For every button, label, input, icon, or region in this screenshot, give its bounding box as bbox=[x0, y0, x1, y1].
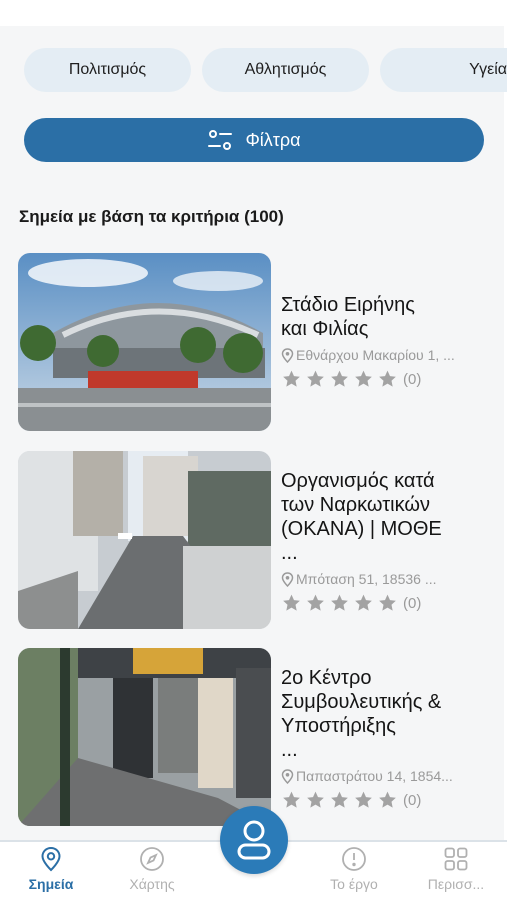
user-icon bbox=[237, 820, 271, 860]
location-pin-icon bbox=[281, 768, 294, 784]
place-title-line: Συμβουλευτικής & bbox=[281, 691, 442, 713]
place-title-line: 2ο Κέντρο bbox=[281, 667, 372, 689]
results-title: Σημεία με βάση τα κριτήρια (100) bbox=[19, 207, 284, 226]
star-icon bbox=[355, 594, 372, 611]
star-icon bbox=[379, 370, 396, 387]
nav-label: Χάρτης bbox=[129, 876, 175, 892]
profile-fab[interactable] bbox=[220, 806, 288, 874]
star-icon bbox=[283, 791, 300, 808]
star-icon bbox=[283, 594, 300, 611]
place-title-line: ... bbox=[281, 542, 298, 564]
chip-sports[interactable]: Αθλητισμός bbox=[202, 48, 369, 92]
stadium-photo bbox=[18, 253, 271, 431]
nav-label: Σημεία bbox=[28, 876, 74, 892]
star-icon bbox=[379, 791, 396, 808]
address-text: Εθνάρχου Μακαρίου 1, ... bbox=[296, 347, 455, 363]
place-title[interactable]: 2ο Κέντρο Συμβουλευτικής & Υποστήριξης .… bbox=[281, 666, 481, 762]
place-title-line: των Ναρκωτικών bbox=[281, 494, 430, 516]
rating-stars: (0) bbox=[281, 790, 481, 810]
star-icon bbox=[307, 594, 324, 611]
nav-label: Το έργο bbox=[330, 876, 378, 892]
star-icon bbox=[331, 370, 348, 387]
place-address: Εθνάρχου Μακαρίου 1, ... bbox=[281, 347, 481, 363]
place-title-line: ... bbox=[281, 739, 298, 761]
place-address: Παπαστράτου 14, 1854... bbox=[281, 768, 481, 784]
grid-icon bbox=[444, 847, 468, 871]
star-icon bbox=[355, 791, 372, 808]
chip-culture[interactable]: Πολιτισμός bbox=[24, 48, 191, 92]
rating-count: (0) bbox=[403, 370, 422, 388]
place-title[interactable]: Στάδιο Ειρήνης και Φιλίας bbox=[281, 293, 481, 341]
star-icon bbox=[379, 594, 396, 611]
list-item[interactable]: Στάδιο Ειρήνης και Φιλίας Εθνάρχου Μακαρ… bbox=[18, 253, 488, 431]
nav-project[interactable]: Το έργο bbox=[309, 846, 399, 892]
rating-stars: (0) bbox=[281, 593, 481, 613]
star-icon bbox=[307, 791, 324, 808]
nav-points[interactable]: Σημεία bbox=[6, 846, 96, 892]
rating-count: (0) bbox=[403, 594, 422, 612]
place-title-line: Οργανισμός κατά bbox=[281, 470, 435, 492]
rating-count: (0) bbox=[403, 791, 422, 809]
place-title[interactable]: Οργανισμός κατά των Ναρκωτικών (ΟΚΑΝΑ) |… bbox=[281, 469, 481, 565]
nav-more[interactable]: Περισσ... bbox=[411, 846, 501, 892]
star-icon bbox=[331, 594, 348, 611]
place-title-line: και Φιλίας bbox=[281, 318, 369, 340]
filter-sliders-icon bbox=[208, 130, 233, 150]
storefront-photo bbox=[18, 648, 271, 826]
chip-health[interactable]: Υγεία bbox=[380, 48, 507, 92]
place-title-line: Στάδιο Ειρήνης bbox=[281, 294, 415, 316]
address-text: Παπαστράτου 14, 1854... bbox=[296, 768, 453, 784]
nav-label: Περισσ... bbox=[427, 876, 485, 892]
place-address: Μπόταση 51, 18536 ... bbox=[281, 571, 481, 587]
category-chips: Πολιτισμός Αθλητισμός Υγεία bbox=[24, 48, 507, 92]
star-icon bbox=[331, 791, 348, 808]
place-title-line: (ΟΚΑΝΑ) | ΜΟΘΕ bbox=[281, 518, 442, 540]
info-icon bbox=[342, 847, 366, 871]
star-icon bbox=[283, 370, 300, 387]
list-item[interactable]: 2ο Κέντρο Συμβουλευτικής & Υποστήριξης .… bbox=[18, 648, 488, 826]
place-title-line: Υποστήριξης bbox=[281, 715, 396, 737]
star-icon bbox=[307, 370, 324, 387]
location-pin-icon bbox=[281, 347, 294, 363]
star-icon bbox=[355, 370, 372, 387]
location-pin-icon bbox=[281, 571, 294, 587]
filters-button-label: Φίλτρα bbox=[245, 129, 301, 150]
list-item[interactable]: Οργανισμός κατά των Ναρκωτικών (ΟΚΑΝΑ) |… bbox=[18, 451, 488, 629]
street-ramp-photo bbox=[18, 451, 271, 629]
address-text: Μπόταση 51, 18536 ... bbox=[296, 571, 437, 587]
status-area bbox=[0, 0, 507, 26]
rating-stars: (0) bbox=[281, 369, 481, 389]
nav-map[interactable]: Χάρτης bbox=[107, 846, 197, 892]
filters-button[interactable]: Φίλτρα bbox=[24, 118, 484, 162]
map-pin-icon bbox=[41, 846, 61, 872]
compass-icon bbox=[140, 847, 164, 871]
